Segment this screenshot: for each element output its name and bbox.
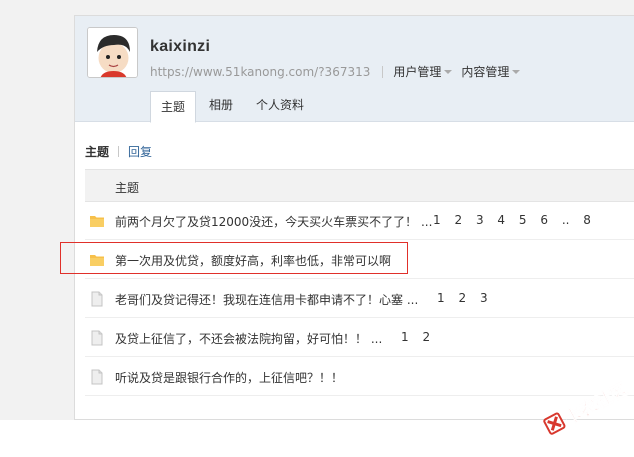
chevron-down-icon [444, 70, 453, 74]
subnav-replies[interactable]: 回复 [128, 143, 152, 160]
watermark-text: 卡农社区 [561, 379, 631, 429]
chevron-down-icon [512, 70, 521, 74]
page-link[interactable]: 1 [401, 330, 409, 344]
table-row[interactable]: 老哥们及贷记得还！我现在连信用卡都申请不了！心塞 ... 1 2 3 [85, 280, 634, 318]
page-ellipsis: .. [561, 213, 570, 227]
page-link[interactable]: 5 [519, 213, 527, 227]
page-links: 1 2 3 4 5 6 .. 8 [433, 213, 601, 227]
avatar-icon [88, 28, 137, 77]
profile-header: kaixinzi https://www.51kanong.com/?36731… [75, 16, 634, 123]
user-manage-menu[interactable]: 用户管理 [393, 63, 453, 80]
profile-url: https://www.51kanong.com/?367313 [150, 64, 371, 79]
page-links: 1 2 3 [437, 291, 498, 305]
thread-title[interactable]: 及贷上征信了，不还会被法院拘留，好可怕！！ ... [115, 330, 382, 347]
subnav-topics[interactable]: 主题 [85, 143, 109, 160]
page-link[interactable]: 1 [433, 213, 441, 227]
profile-tabs: 主题 相册 个人资料 [150, 90, 317, 123]
page-links: 1 2 [401, 330, 440, 344]
highlight-box [60, 242, 408, 274]
kanong-logo-icon: 卡农社区 [543, 379, 631, 435]
username: kaixinzi [150, 38, 211, 55]
tab-profile[interactable]: 个人资料 [246, 90, 314, 122]
table-row[interactable]: 前两个月欠了及贷12000没还，今天买火车票买不了了！ ... 1 2 3 4 … [85, 202, 634, 240]
document-icon [91, 330, 103, 346]
page-link[interactable]: 2 [422, 330, 430, 344]
folder-icon [90, 216, 104, 227]
tab-topics[interactable]: 主题 [150, 91, 197, 123]
page-link[interactable]: 3 [476, 213, 484, 227]
page-link[interactable]: 6 [540, 213, 548, 227]
site-watermark: 卡农社区 [533, 370, 633, 440]
subnav-divider [118, 146, 120, 157]
table-row[interactable]: 及贷上征信了，不还会被法院拘留，好可怕！！ ... 1 2 [85, 319, 634, 357]
document-icon [91, 369, 103, 385]
thread-title[interactable]: 听说及贷是跟银行合作的，上征信吧？！！ [115, 369, 343, 386]
sub-nav: 主题 回复 [85, 143, 152, 160]
thread-title[interactable]: 老哥们及贷记得还！我现在连信用卡都申请不了！心塞 ... [115, 291, 418, 308]
page-link[interactable]: 1 [437, 291, 445, 305]
profile-panel: kaixinzi https://www.51kanong.com/?36731… [74, 15, 634, 420]
page-link[interactable]: 3 [480, 291, 488, 305]
page-link[interactable]: 2 [454, 213, 462, 227]
thread-title[interactable]: 前两个月欠了及贷12000没还，今天买火车票买不了了！ ... [115, 213, 432, 230]
meta-divider [382, 65, 384, 78]
document-icon [91, 291, 103, 307]
page-link[interactable]: 4 [497, 213, 505, 227]
column-header-topic: 主题 [115, 181, 140, 195]
avatar[interactable] [87, 27, 138, 78]
user-manage-label: 用户管理 [393, 65, 442, 79]
table-header: 主题 [85, 169, 634, 202]
page-link[interactable]: 8 [583, 213, 591, 227]
content-manage-menu[interactable]: 内容管理 [461, 63, 521, 80]
content-manage-label: 内容管理 [461, 65, 510, 79]
page-link[interactable]: 2 [458, 291, 466, 305]
tab-album[interactable]: 相册 [199, 90, 243, 122]
profile-meta: https://www.51kanong.com/?367313 用户管理 内容… [150, 63, 529, 80]
